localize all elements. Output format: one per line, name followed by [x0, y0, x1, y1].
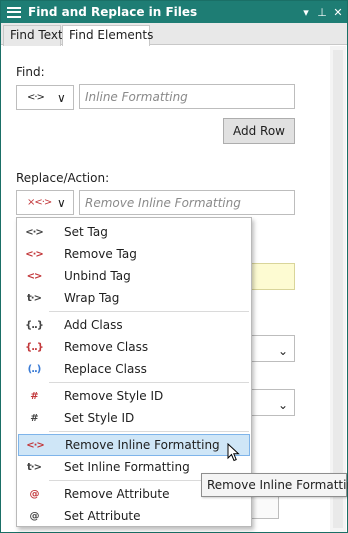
- menu-item-wrap-tag[interactable]: t·> Wrap Tag: [18, 287, 250, 309]
- menu-item-label: Set Attribute: [64, 509, 141, 523]
- replace-tag-select[interactable]: ×<·> ∨: [16, 190, 74, 215]
- menu-separator: [49, 431, 249, 432]
- set-attribute-icon: @: [29, 510, 40, 522]
- add-row-button[interactable]: Add Row: [223, 118, 295, 144]
- remove-inline-formatting-icon: <·>: [26, 439, 45, 451]
- menu-item-set-attribute[interactable]: @ Set Attribute: [18, 505, 250, 527]
- menu-item-remove-tag[interactable]: <·> Remove Tag: [18, 243, 250, 265]
- menu-item-label: Set Style ID: [64, 411, 135, 425]
- set-style-id-icon: #: [30, 412, 38, 424]
- chevron-down-icon: ⌄: [277, 398, 288, 412]
- find-input[interactable]: Inline Formatting: [79, 84, 295, 109]
- menu-item-set-tag[interactable]: <·> Set Tag: [18, 221, 250, 243]
- menu-item-add-class[interactable]: {..} Add Class: [18, 314, 250, 336]
- unbind-tag-icon: <>: [26, 270, 43, 282]
- menu-item-unbind-tag[interactable]: <> Unbind Tag: [18, 265, 250, 287]
- remove-style-id-icon: #: [30, 390, 38, 402]
- menu-item-label: Set Inline Formatting: [64, 460, 190, 474]
- close-icon[interactable]: ✕: [331, 6, 345, 19]
- remove-inline-formatting-icon: ×<·>: [27, 197, 52, 208]
- menu-item-remove-style-id[interactable]: # Remove Style ID: [18, 385, 250, 407]
- menu-item-remove-class[interactable]: {..} Remove Class: [18, 336, 250, 358]
- menu-item-label: Replace Class: [64, 362, 147, 376]
- chevron-down-icon: ⌄: [277, 344, 288, 358]
- remove-tag-icon: <·>: [25, 248, 44, 260]
- menu-item-label: Unbind Tag: [64, 269, 131, 283]
- mouse-cursor-icon: [227, 443, 240, 462]
- menu-item-label: Wrap Tag: [64, 291, 120, 305]
- tab-find-text[interactable]: Find Text: [3, 25, 63, 46]
- tab-find-elements[interactable]: Find Elements: [62, 25, 153, 47]
- replace-action-label: Replace/Action:: [16, 171, 110, 185]
- menu-item-label: Remove Attribute: [64, 487, 170, 501]
- add-class-icon: {..}: [25, 319, 44, 331]
- chevron-down-icon: ∨: [57, 90, 66, 105]
- set-inline-formatting-icon: t·>: [27, 461, 42, 473]
- find-label: Find:: [16, 65, 45, 79]
- menu-item-label: Remove Tag: [64, 247, 137, 261]
- vertical-scrollbar[interactable]: [330, 46, 346, 532]
- menu-item-label: Remove Class: [64, 340, 149, 354]
- menu-item-label: Remove Style ID: [64, 389, 164, 403]
- value-field[interactable]: [245, 263, 295, 290]
- menu-item-replace-class[interactable]: (..) Replace Class: [18, 358, 250, 380]
- menu-item-label: Add Class: [64, 318, 123, 332]
- remove-attribute-icon: @: [29, 488, 40, 500]
- find-input-placeholder: Inline Formatting: [85, 89, 188, 104]
- pin-icon[interactable]: ⊥: [315, 6, 329, 19]
- menu-item-remove-inline-formatting[interactable]: <·> Remove Inline Formatting: [18, 434, 250, 456]
- set-tag-icon: <·>: [25, 226, 44, 238]
- title-bar: Find and Replace in Files ▾ ⊥ ✕: [1, 1, 347, 23]
- scrollbar-thumb[interactable]: [333, 50, 343, 528]
- chevron-down-icon: ∨: [57, 195, 66, 210]
- menu-separator: [49, 382, 249, 383]
- find-tag-icon: <·>: [27, 92, 45, 103]
- replace-input[interactable]: Remove Inline Formatting: [79, 190, 295, 215]
- menu-item-label: Remove Inline Formatting: [65, 438, 220, 452]
- tooltip: Remove Inline Formatting: [201, 473, 348, 497]
- wrap-tag-icon: t·>: [27, 292, 42, 304]
- hamburger-menu-icon[interactable]: [7, 6, 21, 18]
- panel-dropdown-icon[interactable]: ▾: [299, 6, 313, 19]
- menu-item-set-style-id[interactable]: # Set Style ID: [18, 407, 250, 429]
- replace-input-placeholder: Remove Inline Formatting: [85, 195, 241, 210]
- remove-class-icon: {..}: [25, 341, 44, 353]
- tab-strip: Find Text Find Elements: [1, 23, 347, 47]
- find-replace-panel: Find and Replace in Files ▾ ⊥ ✕ Find Tex…: [0, 0, 348, 533]
- find-tag-select[interactable]: <·> ∨: [16, 85, 74, 110]
- menu-item-label: Set Tag: [64, 225, 108, 239]
- replace-class-icon: (..): [27, 363, 42, 375]
- panel-title: Find and Replace in Files: [28, 5, 198, 19]
- menu-separator: [49, 311, 249, 312]
